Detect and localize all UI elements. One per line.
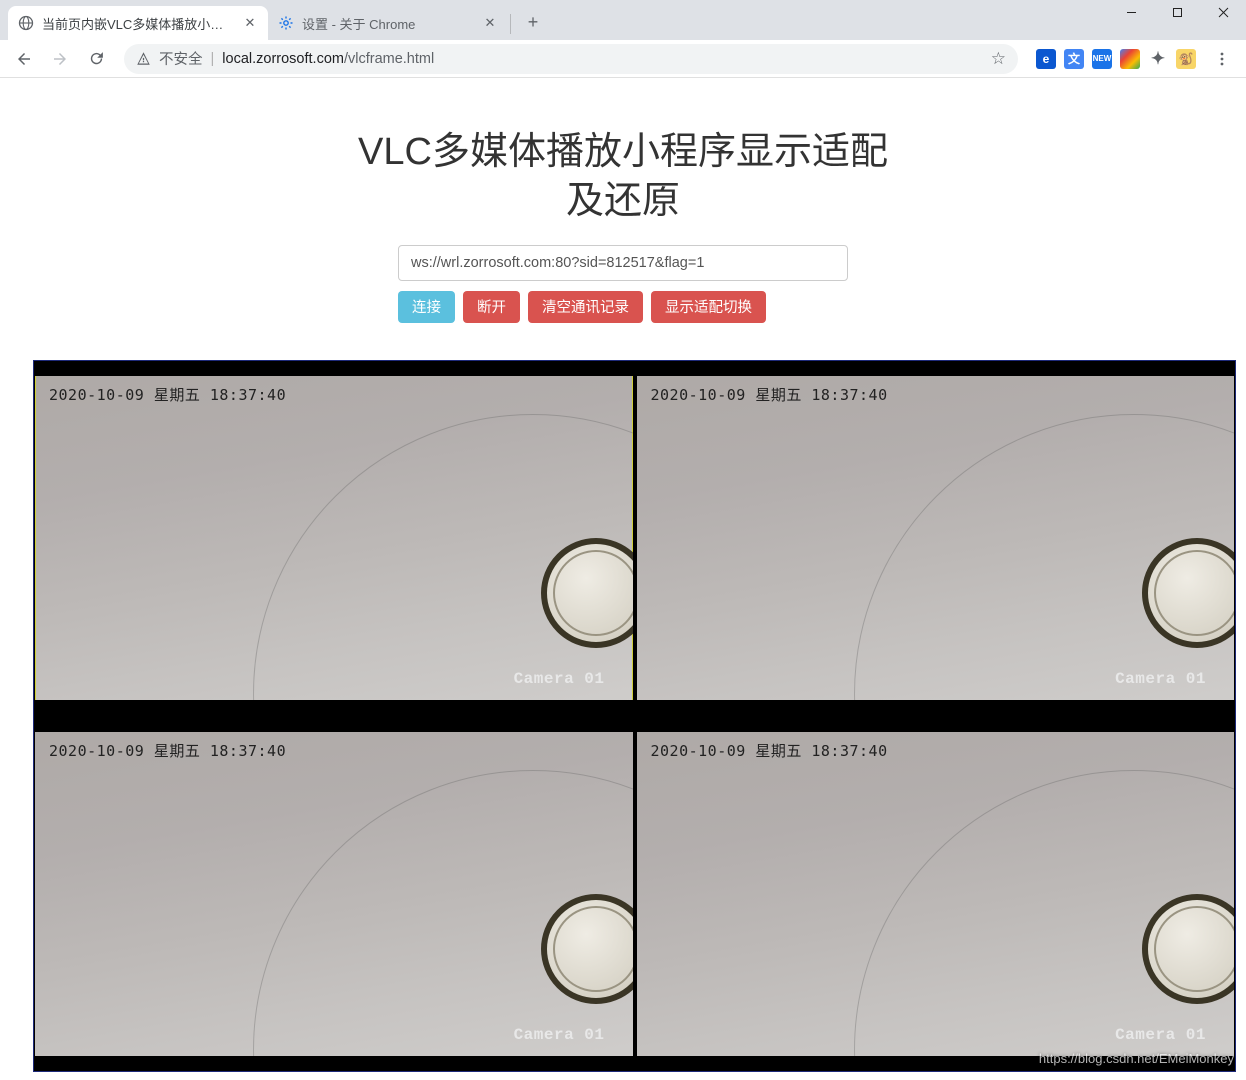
- extension-icon[interactable]: 🐒: [1176, 49, 1196, 69]
- video-timestamp: 2020-10-09 星期五 18:37:40: [651, 384, 888, 405]
- new-tab-button[interactable]: +: [519, 8, 547, 36]
- letterbox: [637, 718, 1235, 732]
- not-secure-icon: [136, 51, 151, 66]
- video-cell-1[interactable]: 2020-10-09 星期五 18:37:40 Camera 01: [34, 361, 634, 715]
- window-controls: [1108, 0, 1246, 28]
- disconnect-button[interactable]: 断开: [463, 291, 520, 323]
- video-camera-label: Camera 01: [514, 1026, 605, 1044]
- extension-icon[interactable]: 文: [1064, 49, 1084, 69]
- video-timestamp: 2020-10-09 星期五 18:37:40: [651, 740, 888, 761]
- forward-button[interactable]: [44, 43, 76, 75]
- video-cell-4[interactable]: 2020-10-09 星期五 18:37:40 Camera 01: [636, 717, 1236, 1071]
- letterbox: [35, 1056, 633, 1070]
- extensions-puzzle-icon[interactable]: ✦: [1148, 49, 1168, 69]
- video-camera-label: Camera 01: [1115, 1026, 1206, 1044]
- letterbox: [35, 718, 633, 732]
- window-maximize-button[interactable]: [1154, 0, 1200, 26]
- tab-active[interactable]: 当前页内嵌VLC多媒体播放小程序 ✕: [8, 6, 268, 40]
- controls-box: 连接 断开 清空通讯记录 显示适配切换: [398, 245, 848, 323]
- video-timestamp: 2020-10-09 星期五 18:37:40: [49, 384, 286, 405]
- letterbox: [35, 700, 633, 714]
- video-camera-label: Camera 01: [1115, 670, 1206, 688]
- watermark: https://blog.csdn.net/EMeiMonkey: [1039, 1051, 1234, 1066]
- page-content: VLC多媒体播放小程序显示适配及还原 连接 断开 清空通讯记录 显示适配切换 2…: [0, 78, 1246, 1072]
- clear-log-button[interactable]: 清空通讯记录: [528, 291, 643, 323]
- extension-icon[interactable]: NEW: [1092, 49, 1112, 69]
- letterbox: [637, 700, 1235, 714]
- close-icon[interactable]: ✕: [242, 15, 258, 31]
- close-icon[interactable]: ✕: [482, 15, 498, 31]
- omnibox-divider: |: [211, 51, 215, 67]
- page-title: VLC多媒体播放小程序显示适配及还原: [343, 128, 903, 227]
- toggle-display-button[interactable]: 显示适配切换: [651, 291, 766, 323]
- page-header: VLC多媒体播放小程序显示适配及还原 连接 断开 清空通讯记录 显示适配切换: [0, 78, 1246, 363]
- video-grid: 2020-10-09 星期五 18:37:40 Camera 01 2020-1…: [33, 360, 1236, 1072]
- tab-title: 当前页内嵌VLC多媒体播放小程序: [42, 14, 236, 33]
- url-host: local.zorrosoft.com: [222, 51, 344, 67]
- extension-icon[interactable]: e: [1036, 49, 1056, 69]
- letterbox: [637, 362, 1235, 376]
- window-close-button[interactable]: [1200, 0, 1246, 26]
- bookmark-star-icon[interactable]: ☆: [991, 49, 1006, 69]
- connect-button[interactable]: 连接: [398, 291, 455, 323]
- extension-icon[interactable]: [1120, 49, 1140, 69]
- gear-icon: [278, 15, 294, 31]
- websocket-url-input[interactable]: [398, 245, 848, 281]
- address-bar[interactable]: 不安全 | local.zorrosoft.com/vlcframe.html …: [124, 44, 1018, 74]
- letterbox: [35, 362, 633, 376]
- video-camera-label: Camera 01: [514, 670, 605, 688]
- tab-inactive[interactable]: 设置 - 关于 Chrome ✕: [268, 6, 508, 40]
- window-minimize-button[interactable]: [1108, 0, 1154, 26]
- security-label: 不安全: [159, 48, 203, 69]
- button-row: 连接 断开 清空通讯记录 显示适配切换: [398, 291, 848, 323]
- reload-button[interactable]: [80, 43, 112, 75]
- video-cell-3[interactable]: 2020-10-09 星期五 18:37:40 Camera 01: [34, 717, 634, 1071]
- video-timestamp: 2020-10-09 星期五 18:37:40: [49, 740, 286, 761]
- browser-toolbar: 不安全 | local.zorrosoft.com/vlcframe.html …: [0, 40, 1246, 78]
- video-cell-2[interactable]: 2020-10-09 星期五 18:37:40 Camera 01: [636, 361, 1236, 715]
- tab-separator: [510, 14, 511, 34]
- extension-icons: e 文 NEW ✦ 🐒: [1030, 49, 1202, 69]
- back-button[interactable]: [8, 43, 40, 75]
- chrome-menu-button[interactable]: [1206, 43, 1238, 75]
- tab-strip: 当前页内嵌VLC多媒体播放小程序 ✕ 设置 - 关于 Chrome ✕ +: [0, 0, 1246, 40]
- globe-icon: [18, 15, 34, 31]
- url-path: /vlcframe.html: [344, 51, 434, 67]
- tab-title: 设置 - 关于 Chrome: [302, 14, 476, 33]
